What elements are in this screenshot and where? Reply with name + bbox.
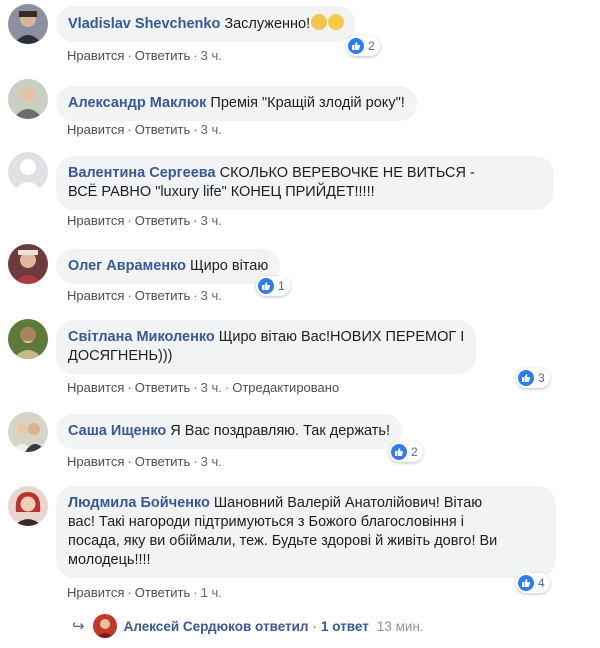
comment-bubble: Олег Авраменко Щиро вітаю	[56, 249, 281, 284]
timestamp[interactable]: 3 ч.	[201, 48, 222, 63]
avatar[interactable]	[8, 319, 48, 359]
comment-text: СКОЛЬКО ВЕРЕВОЧКЕ НЕ ВИТЬСЯ -	[219, 165, 475, 181]
avatar[interactable]	[8, 152, 48, 192]
reply-button[interactable]: Ответить	[135, 454, 191, 469]
comment-author[interactable]: Vladislav Shevchenko	[68, 16, 220, 32]
avatar[interactable]	[8, 244, 48, 284]
comment-actions: Нравится · Ответить · 3 ч.	[67, 288, 222, 303]
like-icon	[391, 444, 407, 460]
clapping-hands-emoji	[311, 14, 328, 30]
comment-text: Премія "Кращій злодій року"!	[210, 95, 405, 111]
comment-bubble: Світлана Миколенко Щиро вітаю Вас!НОВИХ П…	[56, 320, 477, 374]
like-button[interactable]: Нравится	[67, 48, 124, 63]
reply-button[interactable]: Ответить	[135, 213, 191, 228]
reaction-count[interactable]: 2	[346, 36, 380, 56]
reply-button[interactable]: Ответить	[135, 380, 191, 395]
reply-button[interactable]: Ответить	[135, 48, 191, 63]
reaction-count[interactable]: 4	[516, 573, 550, 593]
like-button[interactable]: Нравится	[67, 213, 124, 228]
reply-author: Алексей Сердюков	[123, 618, 252, 634]
comment-bubble: Людмила Бойченко Шановний Валерій Анатолі…	[56, 486, 556, 578]
like-icon	[518, 370, 534, 386]
timestamp[interactable]: 1 ч.	[201, 585, 222, 600]
reply-button[interactable]: Ответить	[135, 585, 191, 600]
comment-text: ДОСЯГНЕНЬ)))	[68, 348, 173, 364]
comment-actions: Нравится · Ответить · 3 ч.	[67, 122, 222, 137]
comment-text: Заслуженно!	[224, 16, 311, 32]
comment-bubble: Vladislav Shevchenko Заслуженно!	[56, 6, 357, 42]
comment-author[interactable]: Саша Ищенко	[68, 423, 166, 439]
comment-author[interactable]: Валентина Сергеева	[68, 165, 216, 181]
reaction-count[interactable]: 2	[389, 442, 423, 462]
reply-arrow-icon: ↪	[72, 618, 85, 635]
like-button[interactable]: Нравится	[67, 454, 124, 469]
comment-text: Щиро вітаю	[190, 258, 269, 274]
comment-bubble: Валентина Сергеева СКОЛЬКО ВЕРЕВОЧКЕ НЕ В…	[56, 156, 554, 210]
reply-button[interactable]: Ответить	[135, 122, 191, 137]
edited-label[interactable]: Отредактировано	[232, 380, 339, 395]
like-button[interactable]: Нравится	[67, 122, 124, 137]
comment-author[interactable]: Світлана Миколенко	[68, 329, 215, 345]
reply-time: 13 мин.	[376, 618, 424, 634]
avatar	[92, 614, 117, 638]
reply-button[interactable]: Ответить	[135, 288, 191, 303]
like-button[interactable]: Нравится	[67, 288, 124, 303]
avatar[interactable]	[8, 486, 48, 526]
comment-actions: Нравится · Ответить · 3 ч. · Отредактировано	[67, 380, 340, 395]
comment-actions: Нравится · Ответить · 3 ч.	[67, 48, 222, 63]
comment-author[interactable]: Людмила Бойченко	[68, 495, 210, 511]
timestamp[interactable]: 3 ч.	[201, 380, 222, 395]
timestamp[interactable]: 3 ч.	[201, 454, 222, 469]
comment-text: Я Вас поздравляю. Так держать!	[170, 423, 390, 439]
avatar[interactable]	[8, 79, 48, 119]
comment-text: посада, яку ви обіймали, теж. Будьте здо…	[68, 533, 498, 549]
like-icon	[518, 575, 534, 591]
timestamp[interactable]: 3 ч.	[201, 122, 222, 137]
like-button[interactable]: Нравится	[67, 380, 124, 395]
comment-text: ВСЁ РАВНО "luxury life" КОНЕЦ ПРИЙДЕТ!!!…	[68, 184, 375, 200]
avatar[interactable]	[8, 412, 48, 452]
reaction-count[interactable]: 1	[256, 276, 290, 296]
reaction-count[interactable]: 3	[516, 368, 550, 388]
comment-text: молодець!!!!	[68, 552, 151, 568]
like-icon	[348, 38, 364, 54]
like-icon	[258, 278, 274, 294]
comment-actions: Нравится · Ответить · 3 ч.	[67, 213, 222, 228]
comment-text: вас! Такі нагороди підтримуються з Божог…	[68, 514, 464, 530]
avatar[interactable]	[8, 4, 48, 44]
grinning-emoji	[328, 14, 345, 30]
comment-author[interactable]: Олег Авраменко	[68, 258, 186, 274]
comment-actions: Нравится · Ответить · 3 ч.	[67, 454, 222, 469]
comment-text: Шановний Валерій Анатолійович! Вітаю	[213, 495, 483, 511]
comment-bubble: Саша Ищенко Я Вас поздравляю. Так держать…	[56, 414, 402, 449]
like-button[interactable]: Нравится	[67, 585, 124, 600]
view-replies-link[interactable]: ↪ Алексей Сердюков ответил · 1 ответ 13 мин…	[72, 614, 424, 638]
comment-text: Щиро вітаю Вас!НОВИХ ПЕРЕМОГ І	[218, 329, 465, 345]
reply-verb: ответил	[255, 618, 309, 634]
timestamp[interactable]: 3 ч.	[201, 213, 222, 228]
reply-count: 1 ответ	[321, 618, 369, 634]
comment-author[interactable]: Александр Маклюк	[68, 95, 206, 111]
comment-bubble: Александр Маклюк Премія "Кращій злодій ро…	[56, 86, 417, 121]
timestamp[interactable]: 3 ч.	[201, 288, 222, 303]
comment-actions: Нравится · Ответить · 1 ч.	[67, 585, 222, 600]
